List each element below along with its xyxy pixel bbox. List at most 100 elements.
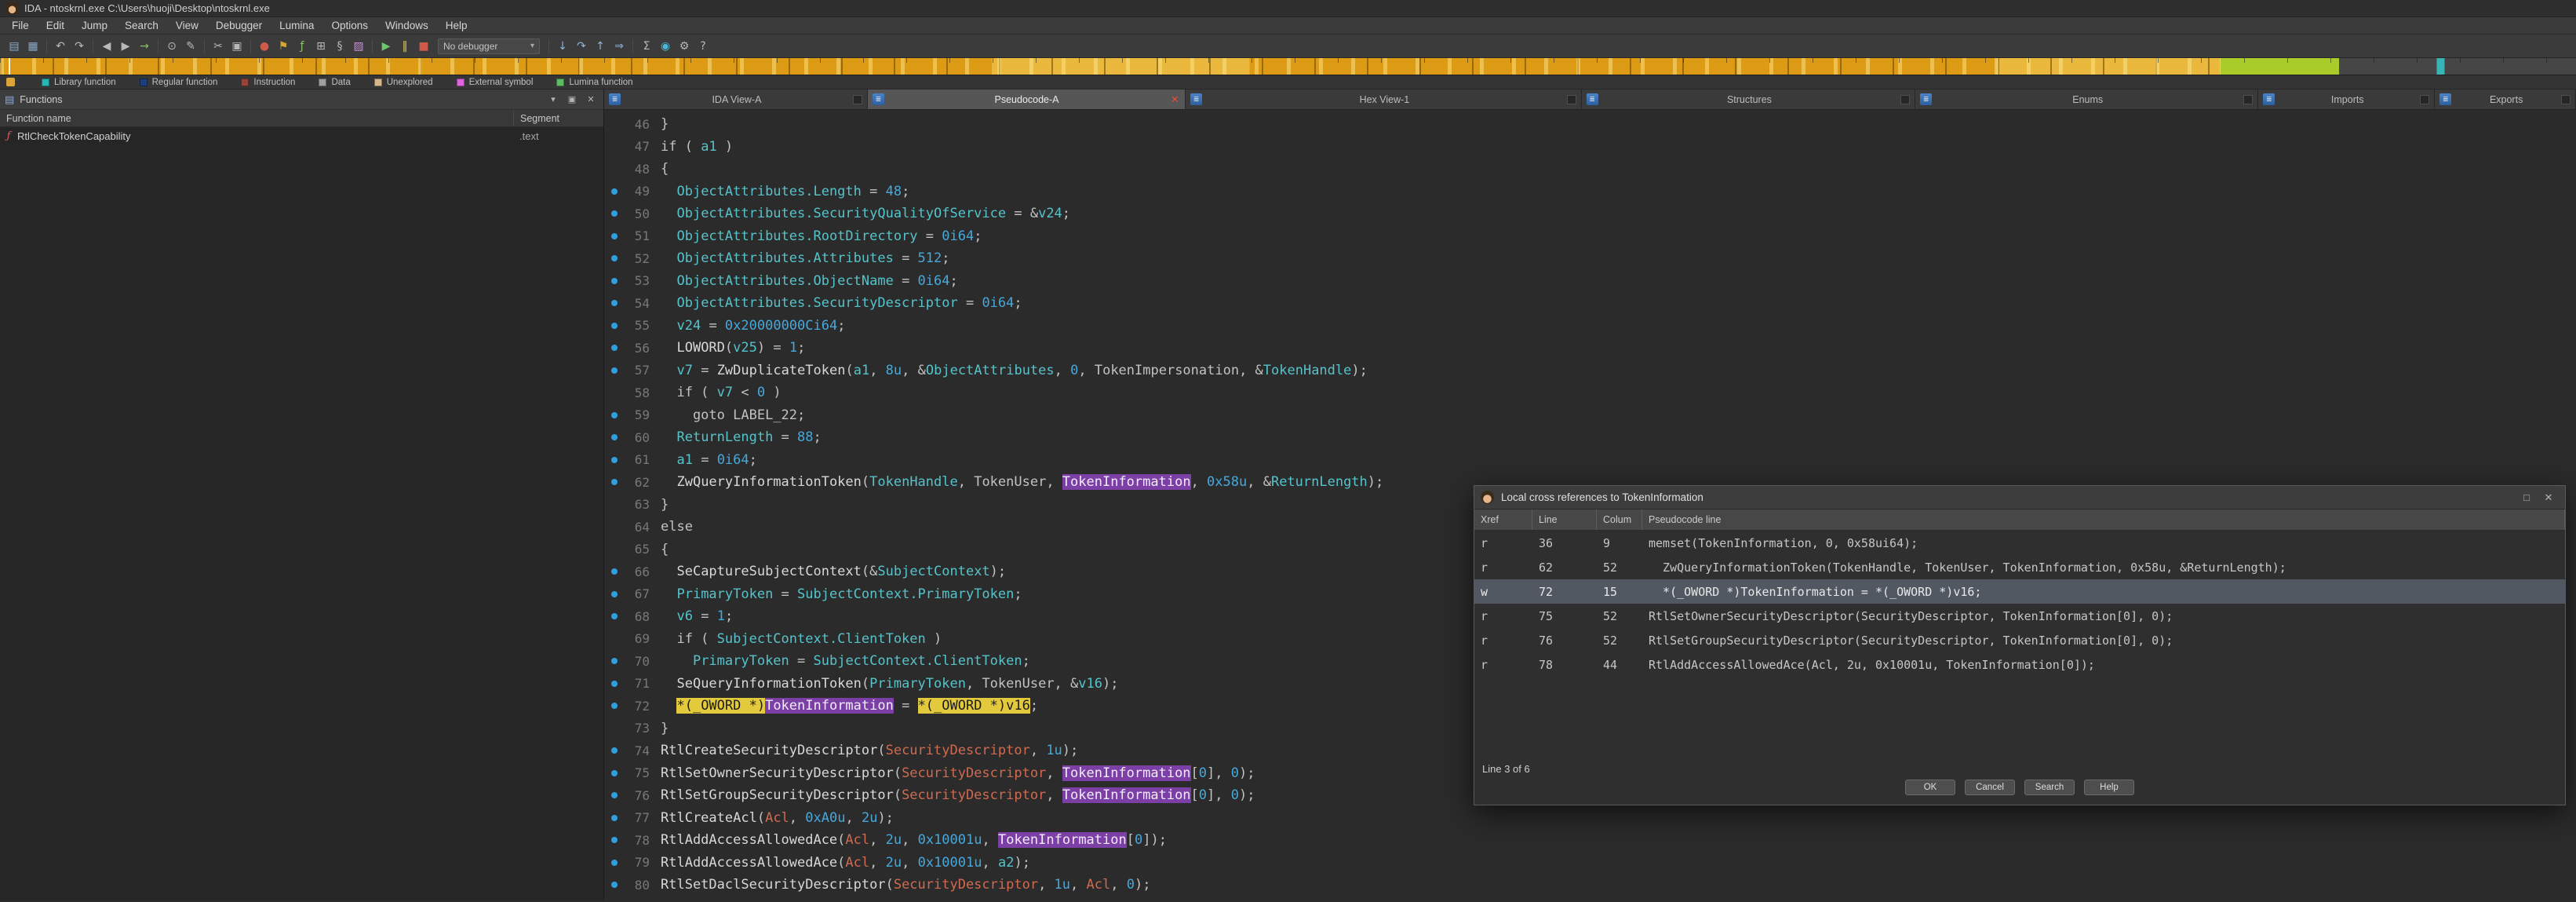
undock-icon[interactable] [2561, 95, 2571, 104]
panel-maximize-button[interactable]: ▣ [564, 93, 580, 107]
code-line-50[interactable]: 50 ObjectAttributes.SecurityQualityOfSer… [604, 203, 2576, 225]
code-line-52[interactable]: 52 ObjectAttributes.Attributes = 512; [604, 247, 2576, 270]
undock-icon[interactable] [1900, 95, 1910, 104]
menu-search[interactable]: Search [116, 17, 167, 35]
structure-icon[interactable]: ⊞ [312, 38, 330, 55]
desktop-layout-icon[interactable]: ▤ [5, 38, 24, 55]
xref-row-4[interactable]: r7552RtlSetOwnerSecurityDescriptor(Secur… [1474, 604, 2565, 628]
menu-lumina[interactable]: Lumina [271, 17, 322, 35]
code-line-55[interactable]: 55 v24 = 0x20000000Ci64; [604, 315, 2576, 338]
code-line-51[interactable]: 51 ObjectAttributes.RootDirectory = 0i64… [604, 225, 2576, 248]
column-function-name[interactable]: Function name [0, 113, 513, 124]
step-over-icon[interactable]: ↷ [572, 38, 591, 55]
debugger-select[interactable]: No debugger▾ [438, 38, 540, 54]
menu-view[interactable]: View [167, 17, 207, 35]
menu-debugger[interactable]: Debugger [207, 17, 271, 35]
step-out-icon[interactable]: ↑ [591, 38, 610, 55]
undock-icon[interactable] [853, 95, 862, 104]
menu-help[interactable]: Help [437, 17, 476, 35]
xref-row-1[interactable]: r369memset(TokenInformation, 0, 0x58ui64… [1474, 531, 2565, 555]
flag-icon[interactable]: ⚑ [274, 38, 293, 55]
menu-edit[interactable]: Edit [38, 17, 73, 35]
code-line-81[interactable]: 81v18 = &v27; [604, 897, 2576, 901]
code-line-46[interactable]: 46} [604, 113, 2576, 136]
code-line-49[interactable]: 49 ObjectAttributes.Length = 48; [604, 181, 2576, 203]
code-line-80[interactable]: 80RtlSetDaclSecurityDescriptor(SecurityD… [604, 874, 2576, 897]
code-line-77[interactable]: 77RtlCreateAcl(Acl, 0xA0u, 2u); [604, 807, 2576, 830]
code-line-47[interactable]: 47if ( a1 ) [604, 136, 2576, 159]
xref-dialog-titlebar[interactable]: Local cross references to TokenInformati… [1474, 486, 2565, 509]
dialog-maximize-button[interactable]: □ [2516, 489, 2537, 506]
code-line-53[interactable]: 53 ObjectAttributes.ObjectName = 0i64; [604, 270, 2576, 293]
menu-file[interactable]: File [3, 17, 38, 35]
tab-imports[interactable]: ≣Imports [2258, 89, 2435, 109]
xref-column-line[interactable]: Line [1532, 509, 1597, 530]
tab-ida-view-a[interactable]: ≣IDA View-A [604, 89, 868, 109]
code-line-79[interactable]: 79RtlAddAccessAllowedAce(Acl, 2u, 0x1000… [604, 852, 2576, 875]
xref-row-5[interactable]: r7652RtlSetGroupSecurityDescriptor(Secur… [1474, 628, 2565, 652]
tab-enums[interactable]: ≣Enums [1915, 89, 2258, 109]
help-button[interactable]: Help [2084, 780, 2134, 795]
menu-windows[interactable]: Windows [377, 17, 437, 35]
tab-hex-view-1[interactable]: ≣Hex View-1 [1186, 89, 1582, 109]
menu-jump[interactable]: Jump [73, 17, 116, 35]
code-line-56[interactable]: 56 LOWORD(v25) = 1; [604, 337, 2576, 360]
panel-close-button[interactable]: ✕ [583, 93, 599, 107]
lumina-icon[interactable]: ◉ [656, 38, 675, 55]
cancel-button[interactable]: Cancel [1965, 780, 2015, 795]
navigator-band[interactable] [0, 58, 2576, 75]
search-icon[interactable]: ⊙ [162, 38, 181, 55]
tab-pseudocode-a[interactable]: ≣Pseudocode-A✕ [868, 89, 1186, 109]
tab-structures[interactable]: ≣Structures [1582, 89, 1916, 109]
cut-icon[interactable]: ✂ [209, 38, 228, 55]
undock-icon[interactable] [1567, 95, 1576, 104]
undo-icon[interactable]: ↶ [51, 38, 70, 55]
breakpoint-icon[interactable]: ● [255, 38, 274, 55]
scripts-icon[interactable]: Σ [637, 38, 656, 55]
navigate-back-icon[interactable]: ◀ [97, 38, 116, 55]
data-icon[interactable]: § [330, 38, 349, 55]
dialog-close-button[interactable]: ✕ [2538, 489, 2559, 506]
search-button[interactable]: Search [2024, 780, 2075, 795]
code-line-54[interactable]: 54 ObjectAttributes.SecurityDescriptor =… [604, 292, 2576, 315]
rename-icon[interactable]: ✎ [181, 38, 200, 55]
code-text: RtlCreateSecurityDescriptor(SecurityDesc… [661, 743, 1078, 758]
navigate-forward-icon[interactable]: ▶ [116, 38, 135, 55]
code-line-58[interactable]: 58 if ( v7 < 0 ) [604, 382, 2576, 404]
undock-icon[interactable] [2420, 95, 2429, 104]
colors-icon[interactable]: ▨ [349, 38, 368, 55]
copy-icon[interactable]: ▣ [228, 38, 246, 55]
close-icon[interactable]: ✕ [1169, 93, 1180, 106]
code-line-61[interactable]: 61 a1 = 0i64; [604, 449, 2576, 472]
menu-options[interactable]: Options [322, 17, 377, 35]
code-line-59[interactable]: 59 goto LABEL_22; [604, 404, 2576, 427]
code-line-60[interactable]: 60 ReturnLength = 88; [604, 426, 2576, 449]
panel-menu-button[interactable]: ▾ [545, 93, 561, 107]
code-line-57[interactable]: 57 v7 = ZwDuplicateToken(a1, 8u, &Object… [604, 360, 2576, 382]
jump-address-icon[interactable]: → [135, 38, 154, 55]
tab-exports[interactable]: ≣Exports [2435, 89, 2576, 109]
xref-row-6[interactable]: r7844RtlAddAccessAllowedAce(Acl, 2u, 0x1… [1474, 652, 2565, 677]
undock-icon[interactable] [2243, 95, 2253, 104]
function-row[interactable]: ƒRtlCheckTokenCapability.text [0, 127, 603, 144]
run-to-cursor-icon[interactable]: ⇒ [610, 38, 629, 55]
code-line-48[interactable]: 48{ [604, 158, 2576, 181]
debugger-run-icon[interactable]: ▶ [377, 38, 395, 55]
code-line-78[interactable]: 78RtlAddAccessAllowedAce(Acl, 2u, 0x1000… [604, 829, 2576, 852]
line-number: 57 [625, 363, 661, 378]
xref-row-3[interactable]: w7215 *(_OWORD *)TokenInformation = *(_O… [1474, 579, 2565, 604]
function-icon[interactable]: ƒ [293, 38, 312, 55]
help-icon[interactable]: ? [694, 38, 712, 55]
ok-button[interactable]: OK [1905, 780, 1955, 795]
redo-icon[interactable]: ↷ [70, 38, 89, 55]
xref-column-colum[interactable]: Colum [1597, 509, 1642, 530]
options-icon[interactable]: ⚙ [675, 38, 694, 55]
step-into-icon[interactable]: ↓ [553, 38, 572, 55]
debugger-stop-icon[interactable]: ■ [414, 38, 433, 55]
windows-grid-icon[interactable]: ▦ [24, 38, 42, 55]
debugger-pause-icon[interactable]: ‖ [395, 38, 414, 55]
xref-column-xref[interactable]: Xref [1474, 509, 1532, 530]
xref-row-2[interactable]: r6252 ZwQueryInformationToken(TokenHandl… [1474, 555, 2565, 579]
column-segment[interactable]: Segment [513, 110, 603, 126]
xref-column-pseudocode-line[interactable]: Pseudocode line [1642, 509, 2565, 530]
